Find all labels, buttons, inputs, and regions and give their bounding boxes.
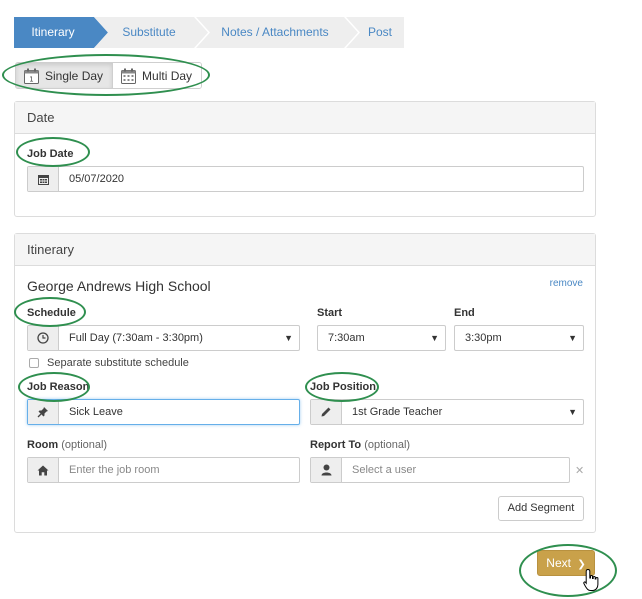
hand-cursor-icon <box>583 568 599 591</box>
itinerary-panel-title: Itinerary <box>15 234 595 266</box>
report-to-label-text: Report To <box>310 439 362 451</box>
job-position-select[interactable]: 1st Grade Teacher ▼ <box>310 399 584 425</box>
schedule-label: Schedule <box>27 307 76 319</box>
room-input[interactable]: Enter the job room <box>59 458 299 482</box>
single-day-label: Single Day <box>45 68 104 83</box>
home-icon <box>28 458 59 482</box>
school-name: George Andrews High School <box>27 278 211 294</box>
multi-day-option[interactable]: Multi Day <box>113 63 202 88</box>
date-panel: Date Job Date 05/07/2020 <box>14 101 596 217</box>
tab-post[interactable]: Post <box>360 17 400 48</box>
clock-icon <box>28 326 59 350</box>
single-day-calendar-number: 1 <box>29 75 33 83</box>
job-position-label: Job Position <box>310 381 376 393</box>
pencil-icon <box>311 400 342 424</box>
job-position-value[interactable]: 1st Grade Teacher <box>342 400 583 424</box>
itinerary-panel: Itinerary George Andrews High School rem… <box>14 233 596 533</box>
schedule-caret-icon: ▼ <box>284 333 293 343</box>
end-select[interactable]: 3:30pm ▼ <box>454 325 584 351</box>
end-caret-icon: ▼ <box>568 333 577 343</box>
multi-day-calendar-icon <box>121 68 137 84</box>
schedule-value[interactable]: Full Day (7:30am - 3:30pm) <box>59 326 299 350</box>
single-day-calendar-icon: 1 <box>24 68 39 84</box>
start-label: Start <box>317 307 343 319</box>
separate-schedule-label: Separate substitute schedule <box>47 357 189 369</box>
room-label-text: Room <box>27 439 59 451</box>
job-date-input[interactable]: 05/07/2020 <box>59 167 583 191</box>
day-mode-toggle: 1 Single Day Multi Day <box>15 62 203 89</box>
report-to-label: Report To (optional) <box>310 439 410 451</box>
user-icon <box>311 458 342 482</box>
room-optional-text: (optional) <box>61 439 108 451</box>
start-value[interactable]: 7:30am <box>318 326 427 350</box>
separate-schedule-row[interactable]: Separate substitute schedule <box>29 357 189 369</box>
start-select[interactable]: 7:30am ▼ <box>317 325 446 351</box>
pushpin-icon <box>28 400 59 424</box>
job-reason-input[interactable]: Sick Leave <box>59 400 299 424</box>
wizard-steps: Itinerary Substitute Notes / Attachments… <box>14 17 404 48</box>
job-position-caret-icon: ▼ <box>568 407 577 417</box>
tab-itinerary[interactable]: Itinerary <box>14 17 92 48</box>
job-reason-label: Job Reason <box>27 381 90 393</box>
job-date-field[interactable]: 05/07/2020 <box>27 166 584 192</box>
report-to-input[interactable]: Select a user <box>342 458 569 482</box>
calendar-icon[interactable] <box>28 167 59 191</box>
job-date-label: Job Date <box>27 148 74 160</box>
multi-day-label: Multi Day <box>142 68 193 83</box>
add-segment-button[interactable]: Add Segment <box>498 496 584 521</box>
report-to-optional-text: (optional) <box>364 439 411 451</box>
date-panel-title: Date <box>15 102 595 134</box>
next-button-label: Next <box>546 556 571 570</box>
separate-schedule-checkbox[interactable] <box>29 358 39 368</box>
tab-substitute[interactable]: Substitute <box>108 17 190 48</box>
schedule-select[interactable]: Full Day (7:30am - 3:30pm) ▼ <box>27 325 300 351</box>
single-day-option[interactable]: 1 Single Day <box>16 63 114 88</box>
end-value[interactable]: 3:30pm <box>455 326 565 350</box>
job-reason-field[interactable]: Sick Leave <box>27 399 300 425</box>
end-label: End <box>454 307 475 319</box>
report-to-field[interactable]: Select a user <box>310 457 570 483</box>
room-label: Room (optional) <box>27 439 107 451</box>
start-caret-icon: ▼ <box>430 333 439 343</box>
tab-notes-attachments[interactable]: Notes / Attachments <box>210 17 340 48</box>
clear-report-to-icon[interactable]: ✕ <box>575 464 584 477</box>
room-field[interactable]: Enter the job room <box>27 457 300 483</box>
remove-link[interactable]: remove <box>550 278 583 289</box>
